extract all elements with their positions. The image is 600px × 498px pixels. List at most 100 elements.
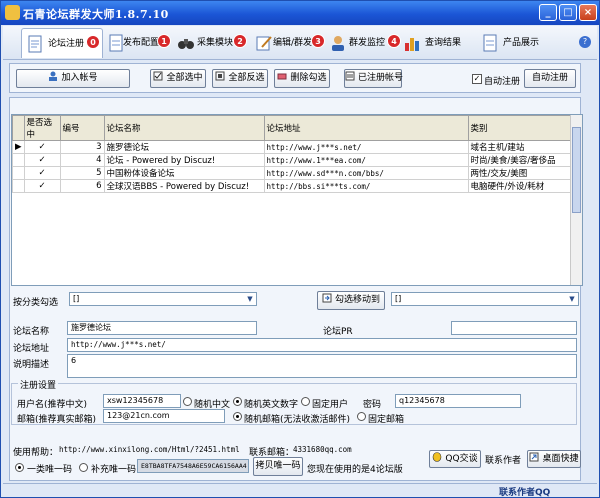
table-row[interactable]: ▶ ✓ 3 施罗德论坛 http://www.j***s.net/ 域名主机/建… <box>12 140 575 154</box>
auto-register-button[interactable]: 自动注册 <box>524 69 576 88</box>
tab-label: 采集模块 <box>197 38 234 48</box>
help-icon[interactable]: ? <box>579 36 591 48</box>
qq-chat-button[interactable]: QQ交谈 <box>429 450 481 468</box>
cell-forum-url: http://www.j***s.net/ <box>263 140 469 154</box>
help-link[interactable]: http://www.xinxilong.com/Html/?2451.html <box>59 445 240 454</box>
cell-forum-name: 全球汉语BBS - Powered by Discuz! <box>103 179 265 193</box>
random-english-radio[interactable] <box>233 397 242 406</box>
scrollbar-thumb[interactable] <box>572 127 581 213</box>
table-row[interactable]: ✓ 5 中国粉体设备论坛 http://www.sd***n.com/bbs/ … <box>12 166 575 180</box>
add-user-icon <box>49 71 58 81</box>
help-label: 使用帮助： <box>13 448 59 458</box>
grid-header: 是否选中 编号 论坛名称 论坛地址 类别 <box>12 115 575 141</box>
move-target-select[interactable]: [] ▼ <box>391 292 579 306</box>
tab-label: 发布配置 <box>123 38 160 48</box>
minimize-button[interactable]: _ <box>539 4 557 21</box>
random-email-radio[interactable] <box>233 412 242 421</box>
tab-forum-register[interactable]: 论坛注册 0 <box>21 28 103 58</box>
cell-forum-name: 论坛 - Powered by Discuz! <box>103 153 265 167</box>
fixed-email-radio[interactable] <box>357 412 366 421</box>
unique-code-type2-radio[interactable] <box>79 463 88 472</box>
copy-code-button[interactable]: 拷贝唯一码 <box>253 457 303 476</box>
invert-select-button[interactable]: 全部反选 <box>212 69 268 88</box>
cell-category: 电脑硬件/外设/耗材 <box>467 179 575 193</box>
category-filter-select[interactable]: [] ▼ <box>69 292 257 306</box>
move-icon <box>322 293 332 303</box>
add-account-button[interactable]: 加入帐号 <box>16 69 130 88</box>
email-field[interactable]: 123@21cn.com <box>103 409 225 423</box>
tab-collect-module[interactable]: 采集模块 2 <box>173 28 251 58</box>
forum-name-field[interactable]: 施罗德论坛 <box>67 321 257 335</box>
contact-email[interactable]: 4331680qq.com <box>293 445 352 454</box>
tab-label: 查询结果 <box>425 38 462 48</box>
tab-edit-send[interactable]: 编辑/群发 3 <box>251 28 325 58</box>
machine-code-field[interactable]: E8TBA8TFA7548A6E59CA6156AA4 <box>137 459 249 473</box>
forum-grid[interactable]: 是否选中 编号 论坛名称 论坛地址 类别 ▶ ✓ 3 施罗德论坛 http://… <box>11 114 583 286</box>
fixed-user-radio[interactable] <box>301 397 310 406</box>
forum-url-field[interactable]: http://www.j***s.net/ <box>67 338 577 352</box>
move-checked-button[interactable]: 勾选移动到 <box>317 291 385 310</box>
row-marker <box>12 153 25 167</box>
user-icon <box>332 36 344 51</box>
shortcut-icon <box>529 452 539 462</box>
registered-accounts-button[interactable]: 已注册帐号 <box>344 69 403 88</box>
select-value: [] <box>395 294 402 303</box>
row-checkbox[interactable]: ✓ <box>23 166 61 180</box>
forum-pr-label: 论坛PR <box>323 327 353 337</box>
step-badge: 0 <box>86 35 100 49</box>
username-field[interactable]: xsw12345678 <box>103 394 181 408</box>
column-header-marker <box>12 115 25 141</box>
forum-url-label: 论坛地址 <box>13 344 50 354</box>
auto-register-label: 自动注册 <box>484 77 521 87</box>
random-english-label: 随机英文数字 <box>244 400 299 410</box>
tab-label: 群发监控 <box>349 38 386 48</box>
auto-register-checkbox[interactable]: ✓ <box>472 74 482 84</box>
column-header[interactable]: 论坛名称 <box>103 115 265 141</box>
desktop-shortcut-button[interactable]: 桌面快捷 <box>527 450 581 468</box>
select-all-button[interactable]: 全部选中 <box>150 69 206 88</box>
maximize-button[interactable]: □ <box>559 4 577 21</box>
row-checkbox[interactable]: ✓ <box>23 179 61 193</box>
cell-forum-name: 中国粉体设备论坛 <box>103 166 265 180</box>
close-button[interactable]: × <box>579 4 597 21</box>
binoculars-icon <box>178 39 194 49</box>
row-marker: ▶ <box>12 140 25 154</box>
app-icon <box>5 5 20 20</box>
step-badge: 1 <box>157 34 171 48</box>
column-header[interactable]: 是否选中 <box>23 115 61 141</box>
row-checkbox[interactable]: ✓ <box>23 153 61 167</box>
table-row[interactable]: ✓ 6 全球汉语BBS - Powered by Discuz! http://… <box>12 179 575 193</box>
tab-product-showcase[interactable]: 产品展示 <box>477 28 557 58</box>
cell-category: 域名主机/建站 <box>467 140 575 154</box>
cell-id: 6 <box>59 179 105 193</box>
row-marker <box>12 179 25 193</box>
column-header[interactable]: 编号 <box>59 115 105 141</box>
group-title: 注册设置 <box>18 378 59 391</box>
row-checkbox[interactable]: ✓ <box>23 140 61 154</box>
eraser-icon <box>277 73 287 80</box>
cell-forum-url: http://www.sd***n.com/bbs/ <box>263 166 469 180</box>
random-chinese-radio[interactable] <box>183 397 192 406</box>
unique-code-type1-radio[interactable] <box>15 463 24 472</box>
main-window: 石青论坛群发大师1.8.7.10 _ □ × 论坛注册 0 发布配置 1 采集模… <box>0 0 600 498</box>
clear-select-button[interactable]: 删除勾选 <box>274 69 330 88</box>
contact-author-label: 联系作者 <box>485 456 522 466</box>
tab-label: 论坛注册 <box>48 39 85 49</box>
document-icon <box>28 35 42 53</box>
fixed-user-label: 固定用户 <box>312 400 349 410</box>
description-field[interactable]: 6 <box>67 354 577 378</box>
title-bar[interactable]: 石青论坛群发大师1.8.7.10 _ □ × <box>1 1 599 25</box>
table-row[interactable]: ✓ 4 论坛 - Powered by Discuz! http://www.1… <box>12 153 575 167</box>
password-field[interactable]: q12345678 <box>395 394 521 408</box>
forum-pr-field[interactable] <box>451 321 577 335</box>
cell-id: 3 <box>59 140 105 154</box>
cell-forum-name: 施罗德论坛 <box>103 140 265 154</box>
column-header[interactable]: 类别 <box>467 115 575 141</box>
fixed-email-label: 固定邮箱 <box>368 415 405 425</box>
tab-query-results[interactable]: 查询结果 <box>399 28 479 58</box>
column-header[interactable]: 论坛地址 <box>263 115 469 141</box>
tab-publish-config[interactable]: 发布配置 1 <box>103 28 181 58</box>
status-text: 联系作者QQ <box>499 488 551 498</box>
grid-scrollbar[interactable] <box>570 115 582 285</box>
tab-send-monitor[interactable]: 群发监控 4 <box>325 28 403 58</box>
